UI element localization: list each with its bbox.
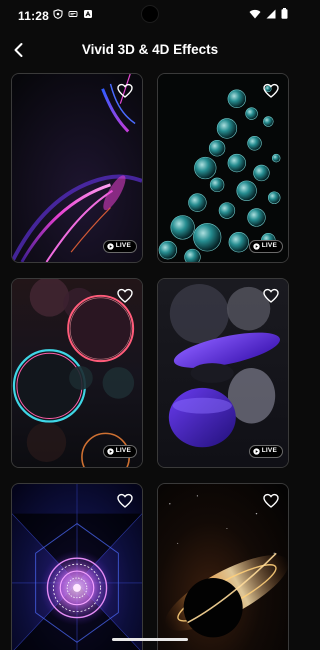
battery-icon <box>281 8 288 19</box>
wallpaper-card-black-hole[interactable] <box>157 483 289 650</box>
live-label: LIVE <box>115 447 131 455</box>
play-circle-icon <box>107 448 114 455</box>
heart-outline-icon[interactable] <box>263 493 279 509</box>
wallpaper-grid: LIVE LIVE LIVE LIVE <box>11 73 289 650</box>
live-badge: LIVE <box>248 240 283 253</box>
status-time: 11:28 <box>18 9 50 23</box>
wallpaper-card-neon-streaks[interactable]: LIVE <box>11 73 143 263</box>
live-badge: LIVE <box>248 445 283 458</box>
wallpaper-thumbnail <box>158 74 288 262</box>
wifi-icon <box>249 9 261 18</box>
heart-outline-icon[interactable] <box>263 288 279 304</box>
play-circle-icon <box>253 243 260 250</box>
wallpaper-card-purple-discs[interactable]: LIVE <box>157 278 289 468</box>
status-icons-left <box>53 9 93 19</box>
live-badge: LIVE <box>102 240 137 253</box>
wallpaper-thumbnail <box>12 74 142 262</box>
page-title: Vivid 3D & 4D Effects <box>81 42 219 57</box>
heart-outline-icon[interactable] <box>117 83 133 99</box>
live-label: LIVE <box>261 447 277 455</box>
front-camera <box>141 5 159 23</box>
heart-outline-icon[interactable] <box>117 493 133 509</box>
shield-icon <box>53 9 63 19</box>
app-header: Vivid 3D & 4D Effects <box>0 34 300 66</box>
vpn-shield-icon <box>68 11 78 17</box>
signal-icon <box>266 9 276 18</box>
wallpaper-thumbnail <box>12 279 142 467</box>
play-circle-icon <box>253 448 260 455</box>
live-label: LIVE <box>261 242 277 250</box>
live-label: LIVE <box>115 242 131 250</box>
status-bar: 11:28 <box>0 0 300 30</box>
heart-outline-icon[interactable] <box>263 83 279 99</box>
play-circle-icon <box>107 243 114 250</box>
live-badge: LIVE <box>102 445 137 458</box>
wallpaper-card-mandala-tunnel[interactable] <box>11 483 143 650</box>
wallpaper-card-neon-rings[interactable]: LIVE <box>11 278 143 468</box>
status-icons-right <box>249 8 288 19</box>
home-indicator[interactable] <box>112 638 188 641</box>
wallpaper-thumbnail <box>158 279 288 467</box>
news-icon <box>84 10 92 18</box>
heart-outline-icon[interactable] <box>117 288 133 304</box>
wallpaper-card-glass-spheres[interactable]: LIVE <box>157 73 289 263</box>
